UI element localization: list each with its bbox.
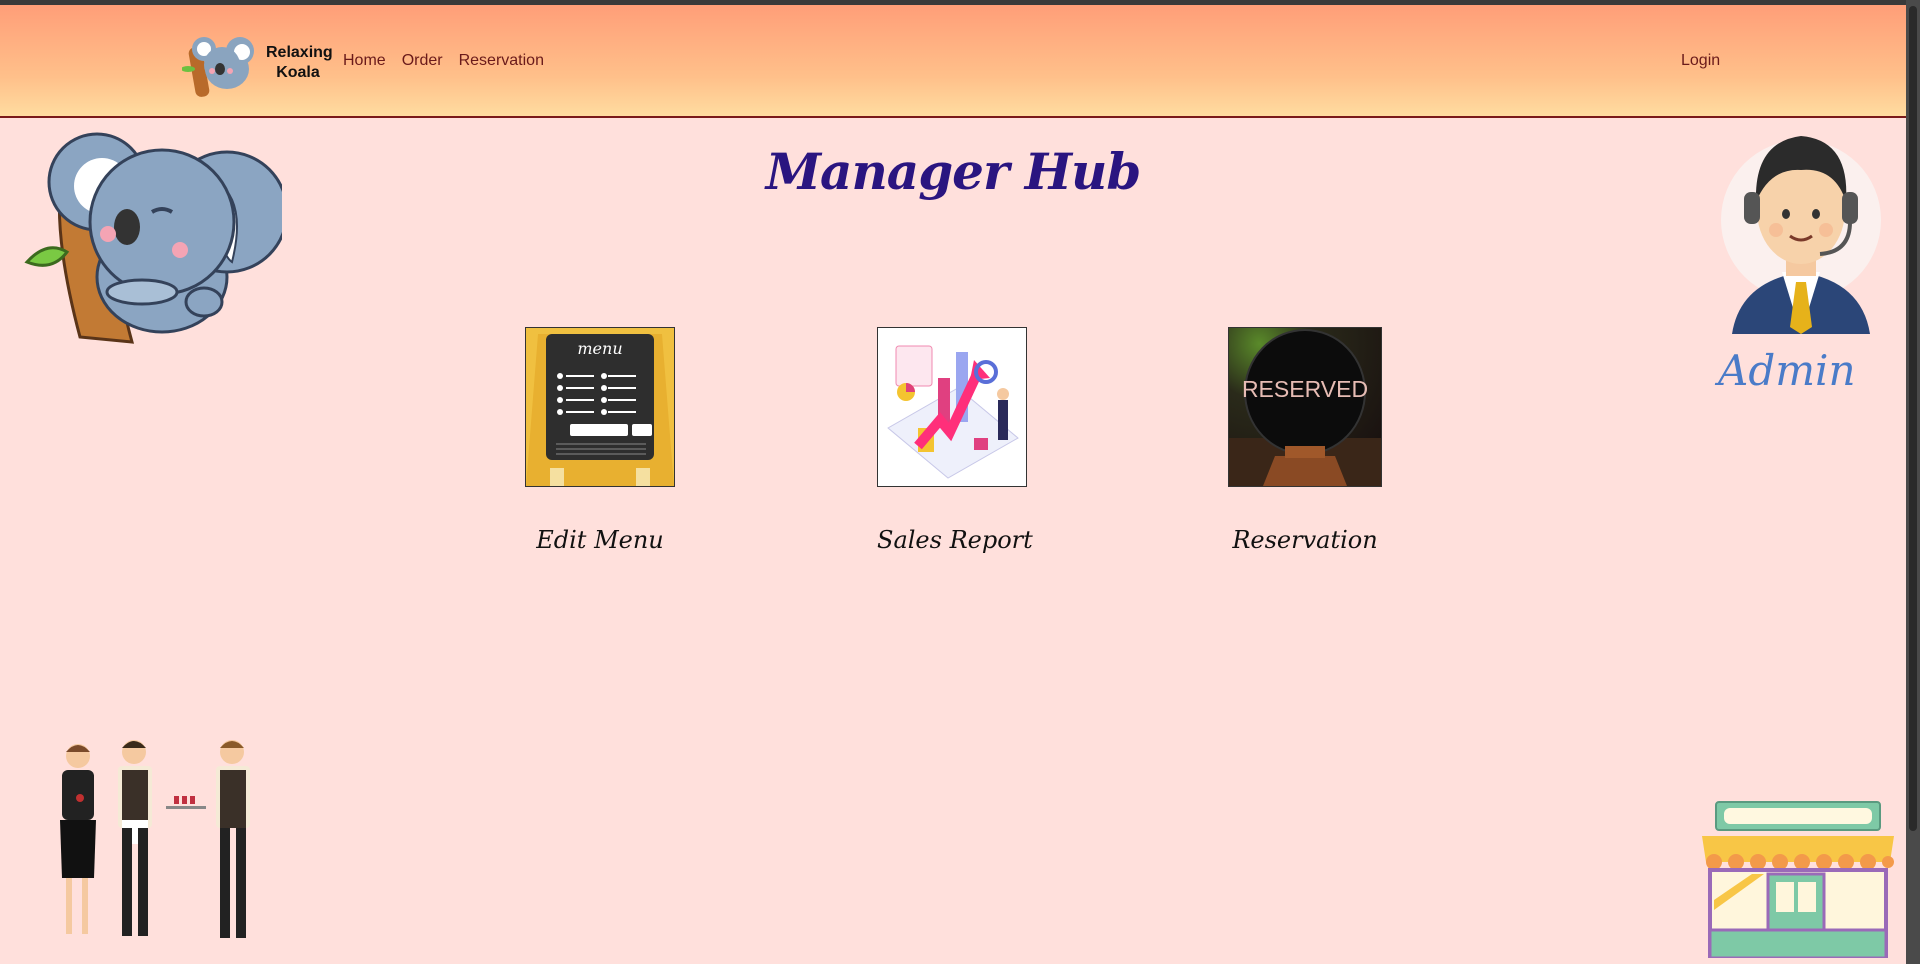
admin-avatar bbox=[1721, 136, 1881, 334]
navbar: Relaxing Koala Home Order Reservation Lo… bbox=[0, 5, 1906, 118]
admin-label: Admin bbox=[1718, 346, 1856, 395]
menu-board-text: menu bbox=[577, 339, 622, 358]
card-edit-menu[interactable]: menu Edit Menu bbox=[525, 327, 675, 554]
brand[interactable]: Relaxing Koala bbox=[182, 27, 333, 99]
reserved-sign-icon: RESERVED bbox=[1228, 327, 1382, 487]
card-label: Reservation bbox=[1232, 526, 1378, 554]
scrollbar[interactable] bbox=[1906, 0, 1920, 964]
login-link[interactable]: Login bbox=[1681, 52, 1720, 70]
nav-home[interactable]: Home bbox=[343, 52, 386, 70]
card-label: Edit Menu bbox=[536, 526, 664, 554]
nav-reservation[interactable]: Reservation bbox=[459, 52, 544, 70]
brand-name: Relaxing Koala bbox=[266, 44, 333, 81]
waiters-illustration bbox=[60, 740, 250, 938]
nav-order[interactable]: Order bbox=[402, 52, 443, 70]
page-title: Manager Hub bbox=[765, 142, 1142, 201]
card-reservation[interactable]: RESERVED Reservation bbox=[1228, 327, 1382, 554]
menu-board-icon: menu bbox=[525, 327, 675, 487]
card-sales-report[interactable]: Sales Report bbox=[877, 327, 1033, 554]
scrollbar-thumb[interactable] bbox=[1909, 6, 1917, 831]
sales-chart-icon bbox=[877, 327, 1027, 487]
nav-links: Home Order Reservation bbox=[343, 52, 544, 70]
card-label: Sales Report bbox=[877, 526, 1033, 554]
shop-illustration bbox=[1702, 801, 1894, 958]
koala-logo-icon bbox=[182, 37, 254, 97]
reserved-sign-text: RESERVED bbox=[1242, 376, 1368, 402]
